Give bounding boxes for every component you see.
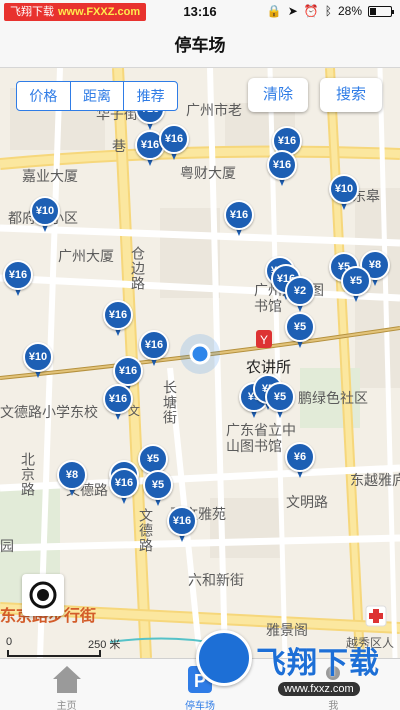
map-label: 巷 bbox=[112, 138, 126, 154]
watermark-logo-icon bbox=[196, 630, 252, 686]
parking-price: ¥16 bbox=[103, 300, 133, 330]
page-title: 停车场 bbox=[174, 36, 226, 55]
bluetooth-icon: ᛒ bbox=[324, 4, 332, 18]
parking-price: ¥8 bbox=[57, 460, 87, 490]
watermark-title: 飞翔下载 bbox=[256, 647, 380, 680]
map-label: 六和新街 bbox=[188, 572, 244, 588]
parking-pin[interactable]: ¥16 bbox=[139, 330, 169, 368]
status-indicators: 🔒 ➤ ⏰ ᛒ 28% bbox=[266, 4, 394, 18]
battery-percent: 28% bbox=[337, 4, 362, 18]
parking-pin[interactable]: ¥10 bbox=[23, 342, 53, 380]
parking-price: ¥6 bbox=[285, 442, 315, 472]
parking-price: ¥16 bbox=[103, 384, 133, 414]
parking-pin[interactable]: ¥10 bbox=[30, 196, 60, 234]
parking-price: ¥16 bbox=[139, 330, 169, 360]
filter-distance-tab[interactable]: 距离 bbox=[71, 82, 125, 110]
parking-price: ¥16 bbox=[3, 260, 33, 290]
parking-price: ¥5 bbox=[265, 382, 295, 412]
watermark-overlay: 飞翔下载 www.fxxz.com bbox=[196, 630, 396, 706]
clear-button[interactable]: 清除 bbox=[248, 78, 308, 112]
map-label: 文明路 bbox=[286, 494, 328, 510]
navigation-bar: 停车场 bbox=[0, 24, 400, 68]
parking-pin[interactable]: ¥16 bbox=[159, 124, 189, 162]
home-icon bbox=[52, 666, 81, 693]
map-label: 东越雅庐 bbox=[350, 472, 400, 488]
parking-price: ¥2 bbox=[285, 276, 315, 306]
location-arrow-icon: ➤ bbox=[287, 4, 298, 18]
map-label: 文德路小学东校 bbox=[0, 404, 98, 420]
parking-pin[interactable]: ¥16 bbox=[103, 384, 133, 422]
parking-pin[interactable]: ¥8 bbox=[57, 460, 87, 498]
parking-price: ¥16 bbox=[267, 150, 297, 180]
parking-price: ¥10 bbox=[329, 174, 359, 204]
alarm-icon: ⏰ bbox=[303, 4, 319, 18]
map-label: 广州市老 bbox=[186, 102, 242, 118]
map-label: 长塘街 bbox=[162, 380, 178, 425]
watermark-url: www.fxxz.com bbox=[278, 682, 360, 696]
parking-pin[interactable]: ¥16 bbox=[109, 468, 139, 506]
target-icon bbox=[29, 581, 57, 609]
parking-price: ¥16 bbox=[109, 468, 139, 498]
parking-pin[interactable]: ¥2 bbox=[285, 276, 315, 314]
map-label: 文德路 bbox=[138, 508, 154, 553]
tab-home[interactable]: 主页 bbox=[0, 659, 133, 710]
tab-home-label: 主页 bbox=[56, 701, 77, 710]
scale-distance-label: 250 米 bbox=[88, 639, 121, 651]
parking-pin[interactable]: ¥5 bbox=[265, 382, 295, 420]
parking-pin[interactable]: ¥16 bbox=[167, 506, 197, 544]
parking-price: ¥16 bbox=[224, 200, 254, 230]
parking-pin[interactable]: ¥6 bbox=[285, 442, 315, 480]
parking-price: ¥5 bbox=[143, 470, 173, 500]
map-label: 嘉业大厦 bbox=[22, 168, 78, 184]
parking-pin[interactable]: ¥16 bbox=[103, 300, 133, 338]
parking-pin[interactable]: ¥16 bbox=[267, 150, 297, 188]
locate-me-button[interactable] bbox=[22, 574, 64, 616]
parking-price: ¥10 bbox=[23, 342, 53, 372]
filter-recommend-tab[interactable]: 推荐 bbox=[124, 82, 177, 110]
parking-pin[interactable]: ¥5 bbox=[143, 470, 173, 508]
map-label: 北京路 bbox=[20, 452, 36, 497]
parking-price: ¥10 bbox=[30, 196, 60, 226]
filter-segment-control[interactable]: 价格 距离 推荐 bbox=[16, 81, 178, 111]
parking-price: ¥16 bbox=[159, 124, 189, 154]
parking-pin[interactable]: ¥16 bbox=[224, 200, 254, 238]
parking-pin[interactable]: ¥5 bbox=[285, 312, 315, 350]
map-label: 鹏绿色社区 bbox=[298, 390, 368, 406]
parking-price: ¥16 bbox=[113, 356, 143, 386]
parking-price: ¥5 bbox=[285, 312, 315, 342]
map-view[interactable]: Y 华子街 广州市老 嘉业大厦 粤财大厦 都府住小区 广州大厦 仓边路 广州儿童… bbox=[0, 68, 400, 658]
lock-rotation-icon: 🔒 bbox=[266, 4, 282, 18]
parking-price: ¥5 bbox=[341, 266, 371, 296]
parking-pin[interactable]: ¥5 bbox=[341, 266, 371, 304]
map-label: 仓边路 bbox=[130, 246, 146, 291]
parking-pin[interactable]: ¥10 bbox=[329, 174, 359, 212]
map-label: 广州大厦 bbox=[58, 248, 114, 264]
parking-pin[interactable]: ¥16 bbox=[3, 260, 33, 298]
battery-icon bbox=[368, 5, 394, 17]
status-bar: 飞翔下载 www.FXXZ.com 13:16 🔒 ➤ ⏰ ᛒ 28% bbox=[0, 0, 400, 24]
svg-text:Y: Y bbox=[260, 333, 268, 347]
parking-price: ¥16 bbox=[167, 506, 197, 536]
scale-zero-label: 0 bbox=[6, 636, 13, 648]
search-button[interactable]: 搜索 bbox=[320, 78, 382, 112]
filter-price-tab[interactable]: 价格 bbox=[17, 82, 71, 110]
map-label: 园 bbox=[0, 538, 14, 554]
map-label: 粤财大厦 bbox=[180, 165, 236, 181]
